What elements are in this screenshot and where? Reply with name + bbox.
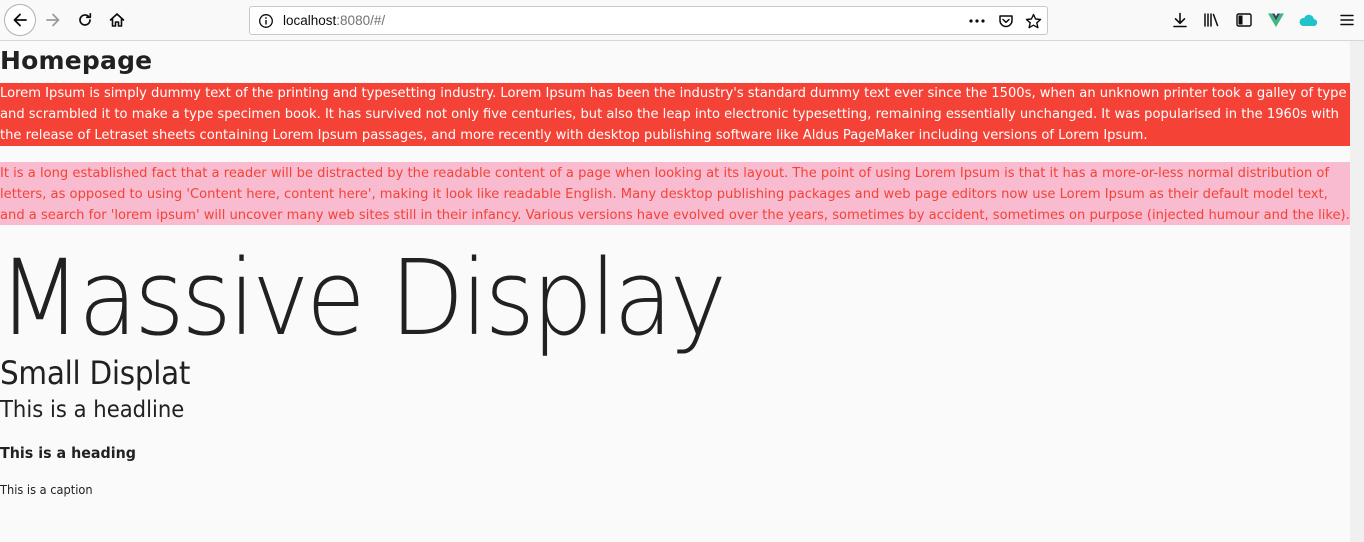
library-icon: [1204, 13, 1219, 27]
star-icon[interactable]: [1022, 11, 1044, 31]
display-small-text: Small Displat: [0, 354, 191, 392]
page-content: Homepage Lorem Ipsum is simply dummy tex…: [0, 41, 1350, 542]
forward-button[interactable]: [38, 5, 68, 35]
reload-icon: [79, 12, 92, 26]
reload-button[interactable]: [70, 5, 100, 35]
hamburger-menu-icon: [1340, 14, 1354, 26]
cloud-icon: [1299, 14, 1318, 27]
url-text[interactable]: localhost:8080/#/: [283, 13, 385, 28]
red-text-block: Lorem Ipsum is simply dummy text of the …: [0, 83, 1350, 146]
headline-text: This is a headline: [0, 397, 185, 423]
pocket-icon[interactable]: [995, 11, 1017, 31]
menu-button[interactable]: [1332, 5, 1362, 35]
back-arrow-icon: [13, 13, 27, 27]
page-title: Homepage: [0, 46, 153, 75]
heading-text: This is a heading: [0, 444, 136, 462]
url-host: localhost: [283, 13, 337, 28]
sidebar-icon: [1236, 13, 1252, 27]
sidebar-button[interactable]: [1229, 5, 1259, 35]
download-icon: [1173, 12, 1187, 28]
back-button[interactable]: [4, 4, 36, 36]
display-large-text: Massive Display: [0, 237, 727, 359]
home-icon: [109, 13, 125, 27]
downloads-button[interactable]: [1165, 5, 1195, 35]
vue-devtools-icon: [1268, 13, 1284, 27]
vue-devtools-button[interactable]: [1261, 5, 1291, 35]
library-button[interactable]: [1197, 5, 1227, 35]
caption-text: This is a caption: [0, 483, 93, 497]
url-path: :8080/#/: [336, 13, 386, 28]
url-bar[interactable]: localhost:8080/#/: [249, 6, 1048, 35]
cloud-button[interactable]: [1293, 5, 1323, 35]
scrollbar-track[interactable]: [1350, 41, 1364, 542]
pink-text-block: It is a long established fact that a rea…: [0, 162, 1350, 225]
browser-toolbar: localhost:8080/#/: [0, 0, 1364, 41]
home-button[interactable]: [102, 5, 132, 35]
info-icon[interactable]: [258, 13, 274, 34]
more-actions-icon[interactable]: [966, 11, 988, 31]
forward-arrow-icon: [46, 13, 60, 27]
